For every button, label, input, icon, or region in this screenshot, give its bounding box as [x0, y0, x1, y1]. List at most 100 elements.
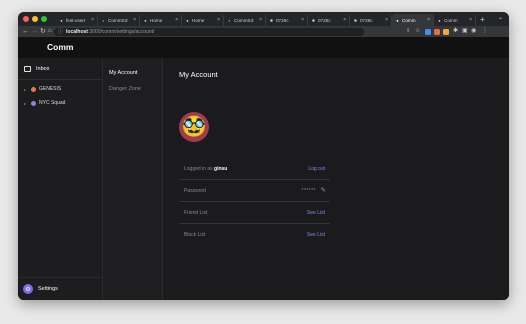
tab-title: 0728с: [318, 17, 331, 23]
logged-in-text: Logged in as ginsu: [184, 166, 228, 172]
settings-footer: ⚙ Settings: [18, 277, 102, 300]
browser-tab[interactable]: ✺ 0728с ×: [308, 14, 350, 26]
browser-tab[interactable]: ◐ CommS3: ×: [98, 14, 140, 26]
profile-icon[interactable]: ◉: [471, 27, 476, 36]
close-tab-icon[interactable]: ×: [469, 17, 472, 23]
extension-icon[interactable]: [434, 28, 440, 35]
friend-list-label: Friend List: [184, 210, 208, 216]
app-logo[interactable]: Comm: [47, 42, 73, 52]
log-out-button[interactable]: Log out: [308, 166, 325, 172]
inbox-icon: [24, 66, 31, 72]
close-tab-icon[interactable]: ×: [133, 17, 136, 23]
user-avatar[interactable]: 🥸: [179, 112, 209, 142]
menu-item-my-account[interactable]: My Account: [109, 70, 137, 76]
tab-title: Comm: [402, 17, 416, 23]
community-name: GENESIS: [39, 86, 62, 92]
friend-list-row: Friend List See List: [179, 202, 330, 224]
community-avatar: [31, 100, 36, 106]
page-title: My Account: [179, 70, 218, 79]
browser-tab[interactable]: ◐ CommS3: ×: [224, 14, 266, 26]
divider: [18, 79, 102, 80]
globe-icon: ✺: [353, 17, 358, 23]
settings-menu: My Account Danger Zone: [103, 58, 163, 300]
close-tab-icon[interactable]: ×: [91, 17, 94, 23]
github-icon: ◐: [102, 17, 105, 23]
home-icon[interactable]: ⌂: [48, 27, 52, 36]
block-list-label: Block List: [184, 232, 206, 238]
info-icon[interactable]: ⓘ: [58, 28, 63, 35]
tab-title: 0728с: [360, 17, 373, 23]
address-bar[interactable]: ⓘ localhost:3000/comm/settings/account/: [54, 27, 364, 36]
comm-icon: ●: [438, 17, 441, 23]
new-tab-button[interactable]: +: [476, 14, 485, 26]
close-tab-icon[interactable]: ×: [427, 17, 430, 23]
tab-title: CommS3:: [108, 17, 129, 23]
close-tab-icon[interactable]: ×: [259, 17, 262, 23]
community-avatar: [31, 86, 36, 92]
globe-icon: ✺: [311, 17, 316, 23]
url-text: localhost:3000/comm/settings/account/: [66, 28, 155, 35]
sidebar-icon[interactable]: ▣: [462, 27, 468, 36]
maximize-window-button[interactable]: [41, 16, 47, 22]
tab-strip: ● fest-userr × ◐ CommS3: × ● Home × ● Home × ◐ CommS3…: [18, 12, 509, 26]
reload-icon[interactable]: ↻: [40, 27, 46, 36]
extension-icon[interactable]: [443, 28, 449, 35]
globe-icon: ✺: [269, 17, 274, 23]
puzzle-icon[interactable]: ✱: [453, 27, 458, 36]
browser-tab[interactable]: ● Home ×: [140, 14, 182, 26]
logged-in-row: Logged in as ginsu Log out: [179, 158, 330, 180]
password-label: Password: [184, 188, 206, 194]
close-tab-icon[interactable]: ×: [175, 17, 178, 23]
tab-title: Comm: [444, 17, 458, 23]
close-tab-icon[interactable]: ×: [343, 17, 346, 23]
comm-icon: ●: [144, 17, 147, 23]
left-sidebar: Inbox ▸ GENESIS ▸ NYC Squad ⚙ Settings: [18, 58, 103, 300]
comm-icon: ●: [60, 17, 63, 23]
comm-app: Comm Inbox ▸ GENESIS ▸ NYC Squad ⚙ Setti…: [18, 37, 509, 300]
community-item-nyc-squad[interactable]: ▸ NYC Squad: [24, 100, 65, 106]
browser-tab[interactable]: ● Home ×: [182, 14, 224, 26]
inbox-label: Inbox: [36, 66, 50, 72]
comm-icon: ●: [396, 17, 399, 23]
chevron-down-icon[interactable]: ⌄: [498, 14, 503, 21]
close-tab-icon[interactable]: ×: [301, 17, 304, 23]
tab-title: 0728с: [276, 17, 289, 23]
back-icon[interactable]: ←: [22, 27, 29, 36]
inbox-nav-item[interactable]: Inbox: [24, 66, 49, 72]
close-tab-icon[interactable]: ×: [217, 17, 220, 23]
forward-icon[interactable]: →: [31, 27, 38, 36]
chevron-right-icon[interactable]: ▸: [24, 87, 28, 92]
settings-nav-item[interactable]: ⚙ Settings: [23, 284, 58, 294]
browser-tab[interactable]: ✺ 0728с ×: [350, 14, 392, 26]
minimize-window-button[interactable]: [32, 16, 38, 22]
tab-title: Home: [192, 17, 205, 23]
share-icon[interactable]: ⇪: [406, 27, 410, 36]
browser-tab[interactable]: ● Comm ×: [434, 14, 476, 26]
close-window-button[interactable]: [23, 16, 29, 22]
comm-icon: ●: [186, 17, 189, 23]
github-icon: ◐: [228, 17, 231, 23]
account-content: My Account 🥸 Logged in as ginsu Log out …: [163, 58, 509, 300]
menu-item-danger-zone[interactable]: Danger Zone: [109, 86, 141, 92]
tab-title: fest-userr: [66, 17, 86, 23]
app-header: Comm: [18, 37, 509, 59]
browser-tab[interactable]: ✺ 0728с ×: [266, 14, 308, 26]
block-list-row: Block List See List: [179, 224, 330, 246]
extension-icon[interactable]: [425, 28, 431, 35]
close-tab-icon[interactable]: ×: [385, 17, 388, 23]
chevron-right-icon[interactable]: ▸: [24, 101, 28, 106]
navigation-bar: ← → ↻ ⌂ ⓘ localhost:3000/comm/settings/a…: [18, 26, 509, 37]
browser-tab[interactable]: ● Comm ×: [392, 14, 434, 26]
community-item-genesis[interactable]: ▸ GENESIS: [24, 86, 61, 92]
pencil-icon[interactable]: ✎: [321, 186, 326, 194]
browser-window: ● fest-userr × ◐ CommS3: × ● Home × ● Home × ◐ CommS3…: [18, 12, 509, 300]
friend-list-see-button[interactable]: See List: [307, 210, 325, 216]
browser-tab[interactable]: ● fest-userr ×: [56, 14, 98, 26]
tab-title: Home: [150, 17, 163, 23]
menu-kebab-icon[interactable]: ⋮: [482, 27, 488, 36]
password-row: Password ****** ✎: [179, 180, 330, 202]
tab-list: ● fest-userr × ◐ CommS3: × ● Home × ● Home × ◐ CommS3…: [56, 14, 485, 26]
block-list-see-button[interactable]: See List: [307, 232, 325, 238]
bookmark-star-icon[interactable]: ☆: [415, 27, 420, 36]
settings-label: Settings: [38, 286, 58, 292]
